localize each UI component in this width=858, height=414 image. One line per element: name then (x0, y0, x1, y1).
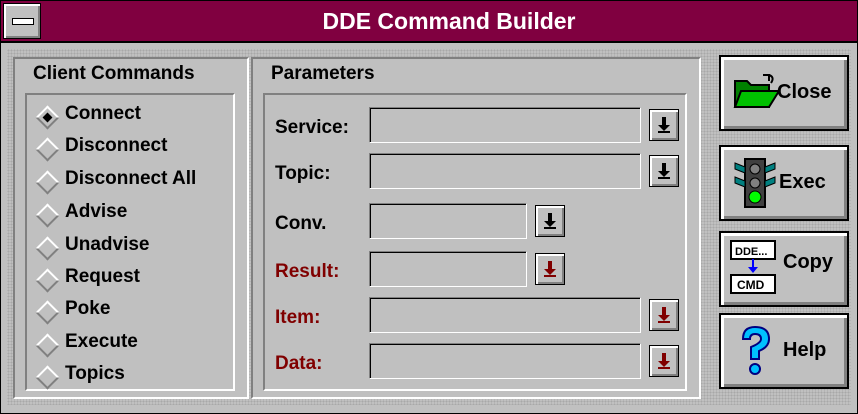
dde-command-builder-window: DDE Command Builder Client Commands Conn… (0, 0, 858, 414)
svg-text:DDE...: DDE... (735, 246, 767, 258)
topic-label: Topic: (275, 163, 331, 184)
client-commands-panel: Client Commands Connect Disconnect Disco… (13, 57, 249, 399)
window-title: DDE Command Builder (322, 8, 576, 34)
help-button[interactable]: Help (719, 313, 849, 389)
radio-icon (35, 333, 60, 358)
copy-button-label: Copy (783, 251, 833, 273)
svg-text:CMD: CMD (737, 278, 765, 292)
system-menu-icon (12, 18, 34, 25)
parameters-title: Parameters (271, 63, 375, 84)
radio-icon (35, 236, 60, 261)
radio-label: Unadvise (65, 234, 150, 255)
dde-to-cmd-copy-icon: DDE... CMD (730, 240, 776, 294)
radio-selected-icon (35, 105, 60, 130)
radio-icon (35, 268, 60, 293)
radio-icon (35, 170, 60, 195)
radio-icon (35, 137, 60, 162)
conv-dropdown-button[interactable] (535, 205, 565, 237)
item-dropdown-button (649, 299, 679, 331)
radio-label: Connect (65, 103, 141, 124)
dialog-client-area: Client Commands Connect Disconnect Disco… (7, 49, 851, 405)
data-dropdown-button (649, 345, 679, 377)
radio-label: Poke (65, 298, 111, 319)
topic-combo[interactable] (369, 153, 641, 189)
radio-label: Request (65, 266, 140, 287)
conv-combo[interactable] (369, 203, 527, 239)
open-folder-icon (733, 74, 781, 108)
dropdown-arrow-icon (658, 163, 670, 179)
client-commands-list: Connect Disconnect Disconnect All Advise… (25, 93, 235, 391)
dropdown-arrow-icon (658, 307, 670, 323)
data-label: Data: (275, 353, 323, 374)
radio-label: Disconnect All (65, 168, 197, 189)
title-bar[interactable]: DDE Command Builder (1, 1, 857, 43)
service-label: Service: (275, 117, 349, 138)
question-mark-help-icon (741, 325, 771, 375)
result-combo (369, 251, 527, 287)
close-button-label: Close (777, 81, 832, 103)
radio-label: Execute (65, 331, 138, 352)
dropdown-arrow-icon (658, 117, 670, 133)
data-combo (369, 343, 641, 379)
parameters-area: Service: Topic: Conv. Result: Item: Data… (263, 93, 687, 391)
help-button-label: Help (783, 339, 827, 361)
service-input[interactable] (372, 110, 638, 138)
exec-button-label: Exec (779, 171, 826, 193)
dropdown-arrow-icon (544, 213, 556, 229)
dropdown-arrow-icon (544, 261, 556, 277)
service-combo[interactable] (369, 107, 641, 143)
item-input (372, 300, 638, 328)
result-label: Result: (275, 261, 340, 282)
data-input (372, 346, 638, 374)
parameters-panel: Parameters Service: Topic: Conv. Result:… (251, 57, 701, 399)
dropdown-arrow-icon (658, 353, 670, 369)
topic-dropdown-button[interactable] (649, 155, 679, 187)
close-button[interactable]: Close (719, 55, 849, 131)
topic-input[interactable] (372, 156, 638, 184)
copy-button[interactable]: DDE... CMD Copy (719, 231, 849, 307)
radio-label: Advise (65, 201, 128, 222)
radio-icon (35, 203, 60, 228)
radio-label: Topics (65, 363, 125, 384)
exec-button[interactable]: Exec (719, 145, 849, 221)
traffic-light-icon (734, 158, 776, 208)
item-combo (369, 297, 641, 333)
radio-label: Disconnect (65, 135, 168, 156)
client-commands-title: Client Commands (33, 63, 195, 84)
result-input (372, 254, 524, 282)
item-label: Item: (275, 307, 321, 328)
radio-icon (35, 365, 60, 390)
radio-icon (35, 300, 60, 325)
conv-label: Conv. (275, 213, 327, 234)
system-menu-button[interactable] (3, 3, 41, 39)
result-dropdown-button (535, 253, 565, 285)
conv-input[interactable] (372, 206, 524, 234)
service-dropdown-button[interactable] (649, 109, 679, 141)
